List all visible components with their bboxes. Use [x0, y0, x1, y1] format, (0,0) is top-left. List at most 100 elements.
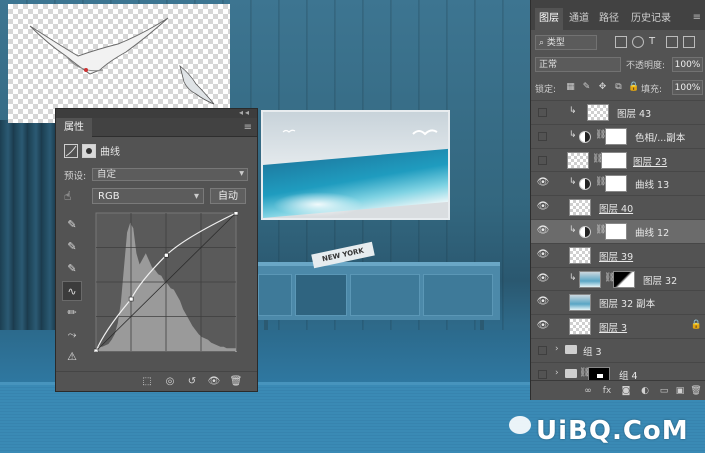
- layer-name: 组 3: [583, 346, 602, 358]
- view-previous-icon[interactable]: ◎: [162, 374, 178, 389]
- lock-artboard-icon[interactable]: ⧉: [613, 82, 624, 93]
- curve-graph[interactable]: [94, 212, 238, 352]
- filter-kind-select[interactable]: ⌕ 类型: [535, 35, 597, 50]
- targeted-adjustment-icon[interactable]: ☝: [64, 189, 71, 203]
- visibility-toggle[interactable]: [538, 108, 547, 117]
- layer-mask-thumbnail[interactable]: [605, 127, 627, 145]
- visibility-toggle[interactable]: [538, 131, 547, 141]
- cabinet-leg: [480, 320, 484, 330]
- layer-row[interactable]: 👁 ↳ ⛓ 曲线 13: [531, 171, 705, 195]
- visibility-toggle[interactable]: [538, 369, 547, 379]
- layer-thumbnail[interactable]: [579, 270, 601, 288]
- eye-icon[interactable]: 👁: [536, 225, 550, 237]
- lock-all-icon[interactable]: 🔒: [628, 82, 639, 93]
- eye-icon[interactable]: 👁: [536, 273, 550, 285]
- gray-point-eyedropper-icon[interactable]: ✎: [62, 237, 82, 257]
- eye-icon[interactable]: 👁: [536, 249, 550, 261]
- chevron-right-icon[interactable]: ›: [555, 368, 559, 378]
- layer-row[interactable]: 👁 图层 40: [531, 195, 705, 219]
- layer-mask-thumbnail[interactable]: [601, 151, 627, 169]
- layer-row[interactable]: 👁 图层 39: [531, 242, 705, 267]
- layer-mask-thumbnail[interactable]: [605, 222, 627, 240]
- fill-input[interactable]: 100%: [672, 80, 703, 95]
- cabinet-slot: [423, 274, 493, 316]
- channel-select[interactable]: RGB: [92, 188, 204, 204]
- panel-menu-icon[interactable]: ≡: [693, 12, 701, 23]
- layer-row[interactable]: ↳ ⛓ 色相/...副本: [531, 123, 705, 148]
- curve-svg[interactable]: [94, 212, 238, 352]
- tab-channels[interactable]: 通道: [565, 8, 593, 30]
- layer-group-row[interactable]: › 组 3: [531, 337, 705, 362]
- new-layer-icon[interactable]: ▣: [673, 384, 687, 398]
- layer-name: 图层 39: [599, 251, 634, 263]
- panel-menu-icon[interactable]: ≡: [244, 122, 252, 133]
- layer-thumbnail[interactable]: [587, 104, 609, 121]
- chevron-right-icon[interactable]: ›: [555, 344, 559, 354]
- layer-style-icon[interactable]: fx: [600, 384, 614, 398]
- smooth-curve-icon[interactable]: ⤳: [62, 325, 82, 345]
- filter-type-icon[interactable]: T: [649, 36, 661, 48]
- tab-paths[interactable]: 路径: [595, 8, 623, 30]
- visibility-eye-icon[interactable]: 👁: [206, 374, 222, 389]
- tab-properties[interactable]: 属性: [56, 118, 92, 137]
- layer-row[interactable]: 👁 ↳ ⛓ 曲线 12: [531, 218, 705, 243]
- filter-pixel-icon[interactable]: [615, 36, 627, 48]
- new-adjustment-icon[interactable]: ◐: [638, 384, 652, 398]
- reset-icon[interactable]: ↺: [184, 374, 200, 389]
- clipping-arrow-icon: ↳: [569, 106, 577, 116]
- opacity-input[interactable]: 100%: [672, 57, 703, 72]
- filter-smart-object-icon[interactable]: [683, 36, 695, 48]
- layer-name: 曲线 12: [635, 227, 670, 239]
- lock-transparent-icon[interactable]: ▦: [565, 82, 576, 93]
- visibility-toggle[interactable]: [538, 345, 547, 355]
- clipping-warning-icon[interactable]: ⚠: [62, 347, 82, 367]
- pencil-icon[interactable]: ✏: [62, 303, 82, 323]
- eye-icon[interactable]: 👁: [536, 201, 550, 213]
- delete-layer-icon[interactable]: 🗑: [689, 384, 703, 398]
- blend-row: 正常 不透明度: 100%: [535, 57, 703, 73]
- tab-layers[interactable]: 图层: [535, 8, 563, 30]
- collapse-arrows-icon[interactable]: ◂◂: [239, 108, 251, 117]
- curves-adjustment-icon[interactable]: [64, 143, 78, 158]
- layer-row[interactable]: 👁 ↳ ⛓ 图层 32: [531, 266, 705, 291]
- layer-name: 图层 40: [599, 204, 634, 216]
- add-mask-icon[interactable]: ◙: [619, 384, 633, 398]
- trash-icon[interactable]: 🗑: [228, 374, 244, 389]
- fill-label: 填充:: [641, 85, 663, 95]
- layer-row[interactable]: 👁 图层 32 副本: [531, 290, 705, 314]
- auto-button[interactable]: 自动: [210, 188, 246, 204]
- blend-mode-select[interactable]: 正常: [535, 57, 621, 72]
- layer-row[interactable]: 👁 图层 3 🔒: [531, 314, 705, 338]
- layer-thumbnail[interactable]: [569, 294, 591, 312]
- seagull-drawing: [29, 17, 215, 105]
- black-point-eyedropper-icon[interactable]: ✎: [62, 215, 82, 235]
- adjustment-layer-icon: [579, 130, 591, 143]
- filter-adjustment-icon[interactable]: [632, 36, 644, 48]
- layer-thumbnail[interactable]: [569, 199, 591, 217]
- tv-screen: [261, 110, 450, 220]
- new-group-icon[interactable]: ▭: [657, 384, 671, 398]
- layer-thumbnail[interactable]: [567, 151, 589, 169]
- eye-icon[interactable]: 👁: [536, 177, 550, 189]
- preset-select[interactable]: 自定: [92, 168, 248, 181]
- visibility-toggle[interactable]: [538, 155, 547, 165]
- clip-to-layer-icon[interactable]: ⬚: [139, 374, 155, 389]
- eye-icon[interactable]: 👁: [536, 320, 550, 332]
- layer-mask-thumbnail[interactable]: [605, 175, 627, 193]
- edit-points-icon[interactable]: ∿: [62, 281, 82, 301]
- cabinet-leg: [264, 320, 268, 330]
- mask-icon[interactable]: [82, 143, 96, 158]
- lock-image-icon[interactable]: ✎: [581, 82, 592, 93]
- filter-shape-icon[interactable]: [666, 36, 678, 48]
- lock-position-icon[interactable]: ✥: [597, 82, 608, 93]
- cabinet-slot: [258, 274, 292, 316]
- white-point-eyedropper-icon[interactable]: ✎: [62, 259, 82, 279]
- layer-row[interactable]: ↳ 图层 43: [531, 100, 705, 124]
- tab-history[interactable]: 历史记录: [627, 8, 675, 30]
- layer-row[interactable]: ⛓ 图层 23: [531, 147, 705, 172]
- link-layers-icon[interactable]: ∞: [581, 384, 595, 398]
- layer-mask-thumbnail[interactable]: [613, 270, 635, 288]
- eye-icon[interactable]: 👁: [536, 296, 550, 308]
- layer-thumbnail[interactable]: [569, 246, 591, 264]
- layer-thumbnail[interactable]: [569, 318, 591, 336]
